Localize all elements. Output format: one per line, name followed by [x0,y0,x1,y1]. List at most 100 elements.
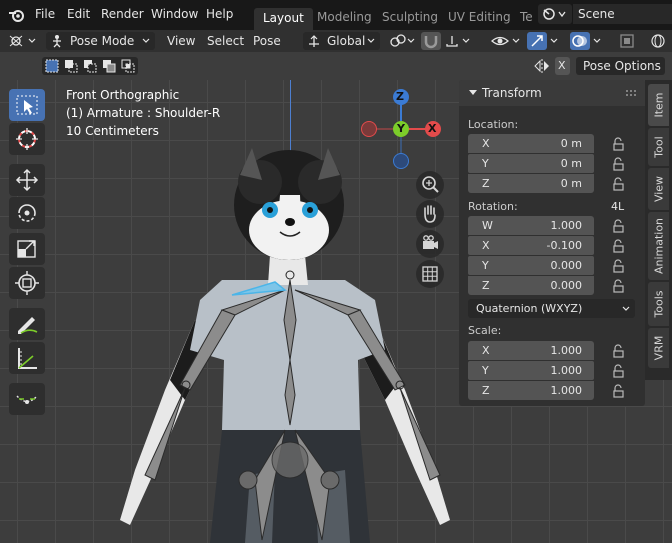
gizmo-toggle-button[interactable] [527,32,547,50]
editor-type-button[interactable] [6,32,40,50]
tab-vrm[interactable]: VRM [648,328,669,368]
overlays-icon [572,35,587,47]
mode-dropdown[interactable]: Pose Mode [46,32,155,50]
location-z-field[interactable]: Z 0 m [468,174,594,193]
orientation-dropdown[interactable]: Global [303,32,380,50]
pencil-icon [18,317,38,334]
tool-measure[interactable] [9,342,45,374]
wireframe-shading-button[interactable] [645,32,672,50]
tab-tool[interactable]: Tool [648,128,669,166]
rotation-lock-4d-toggle[interactable]: 4L [611,200,624,213]
gizmo-z-negative[interactable] [393,153,409,169]
gizmo-y-negative[interactable]: Y [393,121,409,137]
rotation-w-field[interactable]: W 1.000 [468,216,594,235]
tab-tools[interactable]: Tools [648,282,669,326]
perspective-toggle-button[interactable] [416,260,444,288]
sidebar-panel: Transform Location: X 0 m Y 0 m Z 0 m Ro… [459,80,645,406]
menu-file[interactable]: File [35,7,55,21]
scale-y-field[interactable]: Y 1.000 [468,361,594,380]
gizmo-z-positive[interactable]: Z [393,89,409,105]
pose-mode-icon [53,35,61,48]
gizmo-dropdown[interactable] [548,32,562,50]
tab-layout[interactable]: Layout [254,8,313,30]
rotation-x-field[interactable]: X -0.100 [468,236,594,255]
visibility-button[interactable] [490,32,524,50]
lock-icon[interactable] [611,177,625,191]
tab-sculpting[interactable]: Sculpting [373,6,447,28]
drag-handle-icon[interactable] [625,89,637,97]
overlays-dropdown[interactable] [591,32,605,50]
lock-icon[interactable] [611,157,625,171]
camera-view-button[interactable] [416,230,444,258]
snap-target-button[interactable] [443,32,473,50]
tool-transform[interactable] [9,267,45,299]
menu-select[interactable]: Select [207,31,244,51]
snap-increment-icon [446,36,470,47]
rotation-z-field[interactable]: Z 0.000 [468,276,594,295]
scene-name-field[interactable]: Scene [573,4,672,24]
gizmo-x-negative[interactable] [361,121,377,137]
scale-z-field[interactable]: Z 1.000 [468,381,594,400]
sidebar-tabs: Item Tool View Animation Tools VRM [645,80,672,380]
select-invert-icon[interactable] [102,59,116,73]
menu-view[interactable]: View [167,31,195,51]
tool-annotate[interactable] [9,308,45,340]
lock-icon[interactable] [611,344,625,358]
zoom-button[interactable] [416,171,444,199]
menu-render[interactable]: Render [101,7,144,21]
tool-scale[interactable] [9,233,45,265]
tool-move[interactable] [9,164,45,196]
mirror-icon[interactable] [533,58,551,74]
rotation-mode-dropdown[interactable]: Quaternion (WXYZ) [468,299,635,318]
menu-window[interactable]: Window [151,7,198,21]
mode-label: Pose Mode [70,34,135,48]
lock-icon[interactable] [611,364,625,378]
zoom-icon [422,176,439,193]
lock-icon[interactable] [611,137,625,151]
rotation-y-field[interactable]: Y 0.000 [468,256,594,275]
lock-icon[interactable] [611,219,625,233]
pan-button[interactable] [416,200,444,228]
view-name-label: Front Orthographic [66,88,180,102]
blender-logo-icon[interactable] [8,7,26,23]
select-extend-icon[interactable] [64,59,78,73]
menu-pose[interactable]: Pose [253,31,281,51]
pivot-icon [390,34,415,47]
character-model[interactable] [100,140,460,543]
gizmo-x-positive[interactable]: X [425,121,441,137]
location-y-field[interactable]: Y 0 m [468,154,594,173]
lock-icon[interactable] [611,279,625,293]
navigation-gizmo[interactable]: Z Y X [355,88,447,180]
tool-cursor[interactable] [9,123,45,155]
menu-help[interactable]: Help [206,7,233,21]
tab-animation[interactable]: Animation [648,212,669,280]
tool-relax-pose[interactable] [9,383,45,415]
lock-icon[interactable] [611,259,625,273]
scale-label: Scale: [468,324,502,337]
menu-edit[interactable]: Edit [67,7,90,21]
mirror-x-toggle[interactable]: X [555,57,570,75]
snap-toggle-button[interactable] [421,32,441,50]
tab-item[interactable]: Item [648,84,669,126]
scene-name: Scene [578,7,615,21]
tab-modeling[interactable]: Modeling [308,6,381,28]
overlays-toggle-button[interactable] [570,32,590,50]
tool-settings-bar: X Pose Options [0,52,672,80]
select-new-icon[interactable] [45,59,59,73]
tab-uv-editing[interactable]: UV Editing [439,6,520,28]
tool-select-box[interactable] [9,89,45,121]
select-intersect-icon[interactable] [121,59,135,73]
scene-selector-button[interactable] [538,4,572,24]
mirror-x-label: X [558,59,566,72]
pivot-point-button[interactable] [386,32,418,50]
lock-icon[interactable] [611,239,625,253]
lock-icon[interactable] [611,384,625,398]
scale-x-field[interactable]: X 1.000 [468,341,594,360]
tab-view[interactable]: View [648,168,669,210]
select-subtract-icon[interactable] [83,59,97,73]
transform-panel-header[interactable]: Transform [459,80,645,106]
pose-options-dropdown[interactable]: Pose Options [576,57,665,75]
xray-toggle-button[interactable] [617,32,637,50]
tool-rotate[interactable] [9,197,45,229]
location-x-field[interactable]: X 0 m [468,134,594,153]
